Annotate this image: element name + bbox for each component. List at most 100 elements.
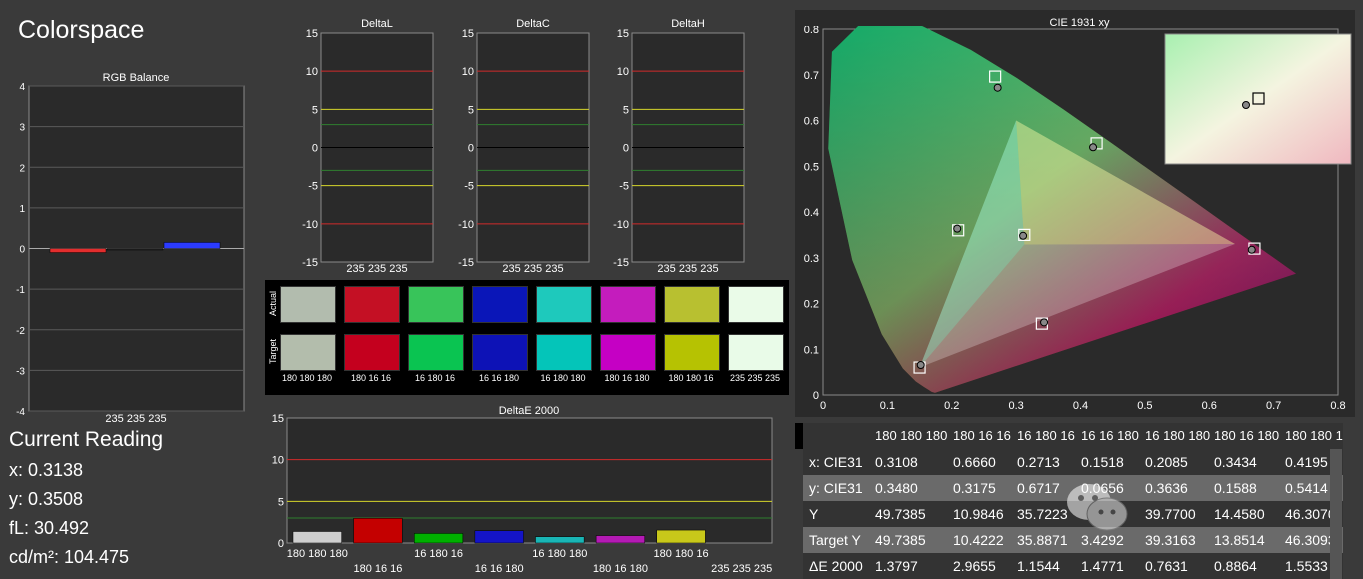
- cie-chart: 0 0.1 0.2 0.3 0.4 0.5 0.6 0.7 0.8 0 0.1 0.2 0.3 0.4 0.…: [804, 26, 1352, 412]
- table-cell: 0.1588: [1214, 480, 1257, 496]
- delta-tick-label: 0: [623, 143, 629, 155]
- swatch-label: 180 180 180: [281, 373, 333, 383]
- cie-actual-point: [1089, 143, 1098, 152]
- table-cell: 2.9655: [953, 558, 996, 574]
- table-cell: 0.3636: [1145, 480, 1188, 496]
- table-header: 16 16 180: [1081, 428, 1139, 443]
- delta-tick-label: 15: [306, 28, 318, 40]
- target-row-label: Target: [268, 338, 278, 364]
- deltae-bar: [292, 531, 342, 544]
- deltae-bar: [535, 536, 585, 544]
- cie-actual-point: [1019, 231, 1028, 240]
- table-cell: 1.4771: [1081, 558, 1124, 574]
- target-swatch: [408, 334, 464, 371]
- target-swatch: [280, 334, 336, 371]
- swatch-label: 180 180 16: [668, 373, 714, 383]
- delta-tick-label: -5: [619, 181, 629, 193]
- deltae-x-label: 180 16 180: [593, 563, 648, 575]
- cie-x-tick: 0: [820, 400, 826, 412]
- delta-tick-label: -10: [458, 219, 474, 231]
- current-reading-y: y: 0.3508: [9, 489, 84, 509]
- delta-tick-label: -10: [302, 219, 318, 231]
- target-swatch: [472, 334, 528, 371]
- cie-actual-point: [953, 224, 962, 233]
- cie-x-tick: 0.4: [1073, 400, 1088, 412]
- deltae-chart: 0 5 10 15 180 180 180 16 180 16 16 180 180 180 …: [272, 413, 773, 575]
- cie-y-tick: 0.5: [804, 161, 819, 173]
- rgb-balance-chart: -4 -3 -2 -1 0 1 2 3 4: [16, 82, 245, 418]
- swatch-label: 16 180 180: [540, 373, 586, 383]
- rgb-tick-label: 1: [19, 204, 25, 215]
- delta-tick-label: 5: [623, 104, 629, 116]
- rgb-tick-label: 4: [19, 82, 25, 93]
- table-cell: 0.4195: [1285, 454, 1328, 470]
- deltae-tick-label: 0: [278, 538, 284, 550]
- actual-swatch: [600, 286, 656, 323]
- cie-y-tick: 0.6: [804, 116, 819, 128]
- deltae-x-label: 16 180 16: [414, 548, 463, 560]
- watermark-logo-icon: [1063, 478, 1131, 536]
- target-swatch: [600, 334, 656, 371]
- delta-tick-label: -15: [613, 257, 629, 269]
- deltae-bar: [353, 518, 403, 544]
- delta-tick-label: -10: [613, 219, 629, 231]
- table-cell: 10.4222: [953, 532, 1004, 548]
- table-cell: 0.8864: [1214, 558, 1257, 574]
- table-cell: 0.2713: [1017, 454, 1060, 470]
- cie-x-tick: 0.5: [1137, 400, 1152, 412]
- table-cell: 1.1544: [1017, 558, 1060, 574]
- deltae-bar: [656, 529, 706, 544]
- table-header: 180 16 16: [953, 428, 1011, 443]
- actual-swatch: [344, 286, 400, 323]
- table-cell: 1.3797: [875, 558, 918, 574]
- table-cell: 35.7223: [1017, 506, 1068, 522]
- table-row: ΔE 2000 1.3797 2.9655 1.1544 1.4771 0.7631 0.8…: [803, 553, 1343, 579]
- cie-y-tick: 0.2: [804, 299, 819, 311]
- table-header: 16 180 16: [1017, 428, 1075, 443]
- rgb-tick-label: 2: [19, 163, 25, 174]
- target-swatch: [728, 334, 784, 371]
- cie-y-tick: 0.1: [804, 344, 819, 356]
- table-cell: 0.6660: [953, 454, 996, 470]
- rgb-tick-label: -2: [16, 326, 25, 337]
- cie-inset-fill: [1164, 33, 1352, 165]
- table-row-label: Target Y: [809, 532, 861, 548]
- table-cell: 0.5414: [1285, 480, 1328, 496]
- table-cell: 39.7700: [1145, 506, 1196, 522]
- swatch-label: 16 16 180: [478, 373, 520, 383]
- table-header: 180 16 180: [1214, 428, 1280, 443]
- current-reading-x: x: 0.3138: [9, 460, 84, 480]
- table-header-row: 180 180 180 180 16 16 16 180 16 16 16 18…: [803, 423, 1343, 449]
- cie-y-tick: 0.8: [804, 26, 819, 36]
- table-row-label: y: CIE31: [809, 480, 863, 496]
- table-cell: 14.4580: [1214, 506, 1265, 522]
- actual-swatch: [472, 286, 528, 323]
- rgb-bar-b: [163, 242, 221, 249]
- table-row-label: x: CIE31: [809, 454, 863, 470]
- table-cell: 46.3093: [1285, 532, 1336, 548]
- delta-tick-label: 10: [462, 66, 474, 78]
- delta-tick-label: 0: [468, 143, 474, 155]
- delta-tick-label: 5: [468, 104, 474, 116]
- cie-y-tick: 0.7: [804, 70, 819, 82]
- cie-y-tick: 0.3: [804, 253, 819, 265]
- deltae-bar: [474, 530, 524, 544]
- delta-tick-label: 0: [312, 143, 318, 155]
- table-scrollbar[interactable]: [1330, 449, 1342, 579]
- table-cell: 0.1518: [1081, 454, 1124, 470]
- table-cell: 13.8514: [1214, 532, 1265, 548]
- table-cell: 0.7631: [1145, 558, 1188, 574]
- deltae-x-label: 180 180 16: [654, 548, 709, 560]
- rgb-tick-label: -1: [16, 285, 25, 296]
- cie-y-tick: 0: [813, 390, 819, 402]
- cie-x-tick: 0.3: [1008, 400, 1023, 412]
- cie-x-tick: 0.7: [1266, 400, 1281, 412]
- table-row-label: ΔE 2000: [809, 558, 863, 574]
- delta-tick-label: -15: [458, 257, 474, 269]
- swatch-label: 235 235 235: [729, 373, 781, 383]
- cie-y-tick: 0.4: [804, 207, 819, 219]
- delta-charts: 15 10 5 0 -5 -10 -15 15 10 5 0 -5 -10 -15 15 10 5 0 -5 -10 -…: [302, 28, 745, 269]
- rgb-tick-label: -4: [16, 407, 25, 418]
- deltae-x-label: 16 16 180: [475, 563, 524, 575]
- rgb-tick-label: 0: [19, 245, 25, 256]
